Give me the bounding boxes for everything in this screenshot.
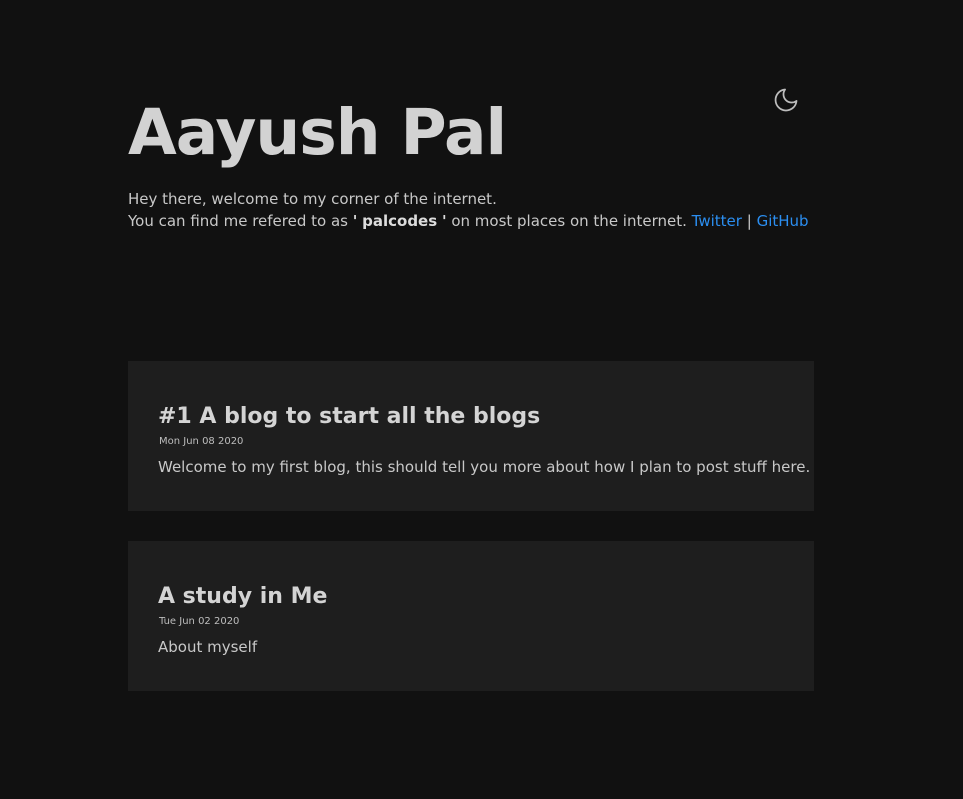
post-title[interactable]: #1 A blog to start all the blogs (158, 402, 540, 432)
twitter-link[interactable]: Twitter (692, 212, 742, 230)
header: Aayush Pal (128, 96, 814, 170)
link-separator: | (746, 212, 752, 230)
intro-line-2-prefix: You can find me refered to as (128, 212, 348, 230)
theme-toggle-button[interactable] (770, 84, 802, 116)
handle-quote-close: ' (441, 212, 447, 230)
intro: Hey there, welcome to my corner of the i… (128, 188, 809, 232)
moon-icon (774, 88, 798, 112)
site-title: Aayush Pal (128, 96, 507, 169)
page: Aayush Pal Hey there, welcome to my corn… (0, 0, 963, 799)
post-excerpt: Welcome to my first blog, this should te… (158, 458, 811, 476)
github-link[interactable]: GitHub (757, 212, 809, 230)
handle: palcodes (362, 212, 438, 230)
post-date: Mon Jun 08 2020 (159, 436, 244, 447)
post-date: Tue Jun 02 2020 (159, 616, 240, 627)
intro-line-2: You can find me refered to as ' palcodes… (128, 210, 809, 232)
intro-line-2-suffix: on most places on the internet. (451, 212, 687, 230)
handle-quote-open: ' (352, 212, 358, 230)
intro-line-1: Hey there, welcome to my corner of the i… (128, 190, 497, 208)
post-title[interactable]: A study in Me (158, 582, 327, 612)
post-card[interactable]: #1 A blog to start all the blogs Mon Jun… (128, 361, 814, 511)
post-excerpt: About myself (158, 638, 258, 656)
post-card[interactable]: A study in Me Tue Jun 02 2020 About myse… (128, 541, 814, 691)
